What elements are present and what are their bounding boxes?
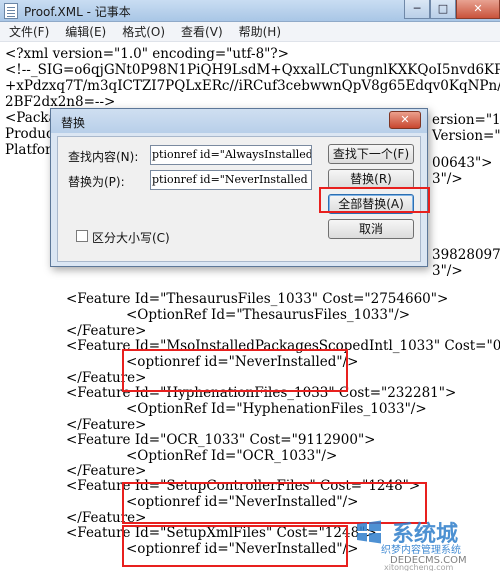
highlight-box	[319, 187, 430, 213]
watermark-line1: 织梦内容管理系统	[381, 545, 461, 556]
maximize-button[interactable]: □	[430, 0, 456, 19]
replace-with-input[interactable]: ptionref id="NeverInstalled	[150, 170, 312, 190]
find-next-button[interactable]: 查找下一个(F)	[328, 144, 414, 164]
notepad-app-icon	[4, 3, 18, 19]
menu-help[interactable]: 帮助(H)	[234, 23, 286, 40]
editor-line: 39828097	[432, 247, 500, 263]
editor-line: <Packa	[5, 110, 57, 126]
editor-line: <Feature Id="OCR_1033" Cost="9112900">	[66, 432, 376, 448]
watermark-line3: xitongcheng.com	[384, 563, 454, 571]
editor-line: ersion="1.	[432, 112, 500, 128]
highlight-box	[122, 349, 348, 392]
editor-line: Platfor	[5, 142, 52, 158]
windows-logo-icon	[357, 520, 381, 544]
editor-line: <?xml version="1.0" encoding="utf-8"?>	[5, 46, 289, 62]
menu-bar: 文件(F) 编辑(E) 格式(O) 查看(V) 帮助(H)	[0, 22, 500, 42]
editor-line: <OptionRef Id="HyphenationFiles_1033"/>	[126, 401, 427, 417]
replace-button[interactable]: 替换(R)	[328, 169, 414, 189]
minimize-button[interactable]: ─	[404, 0, 430, 19]
match-case-checkbox[interactable]	[76, 230, 88, 242]
editor-line: </Feature>	[66, 463, 147, 479]
menu-format[interactable]: 格式(O)	[117, 23, 170, 40]
editor-line: 00643">	[432, 155, 493, 171]
editor-line: </Feature>	[66, 417, 147, 433]
menu-file[interactable]: 文件(F)	[4, 23, 54, 40]
cancel-button[interactable]: 取消	[328, 219, 414, 239]
editor-line: Produc	[5, 126, 54, 142]
window-caption-buttons: ─ □ ✕	[404, 0, 500, 20]
editor-line: <!--_SIG=o6qjGNt0P98N1PiQH9LsdM+QxxalLCT…	[5, 62, 500, 78]
replace-dialog-close-button[interactable]: ✕	[389, 111, 421, 129]
editor-line: <OptionRef Id="OCR_1033"/>	[126, 448, 338, 464]
editor-line: 3"/>	[432, 263, 463, 279]
highlight-box	[122, 525, 348, 567]
menu-view[interactable]: 查看(V)	[176, 23, 228, 40]
editor-line: Version="	[432, 128, 500, 144]
replace-dialog-title: 替换	[61, 116, 86, 130]
editor-line: <Feature Id="ThesaurusFiles_1033" Cost="…	[66, 291, 449, 307]
window-title: Proof.XML - 记事本	[24, 5, 131, 19]
notepad-titlebar[interactable]: Proof.XML - 记事本 ─ □ ✕	[0, 0, 500, 22]
close-button[interactable]: ✕	[456, 0, 500, 19]
editor-line: 3"/>	[432, 171, 463, 187]
replace-with-label: 替换为(P):	[68, 175, 125, 189]
match-case-label[interactable]: 区分大小写(C)	[92, 229, 170, 246]
find-what-input[interactable]: ptionref id="AlwaysInstalled	[150, 145, 312, 165]
find-what-label: 查找内容(N):	[68, 150, 139, 164]
editor-line: +xPdzxq7T/m3qICTZI7PQLxERc//iRCuf3cebwwn…	[5, 78, 500, 94]
editor-line: <OptionRef Id="ThesaurusFiles_1033"/>	[126, 307, 411, 323]
editor-line: </Feature>	[66, 323, 147, 339]
replace-dialog-titlebar[interactable]: 替换 ✕	[51, 109, 427, 133]
menu-edit[interactable]: 编辑(E)	[60, 23, 111, 40]
